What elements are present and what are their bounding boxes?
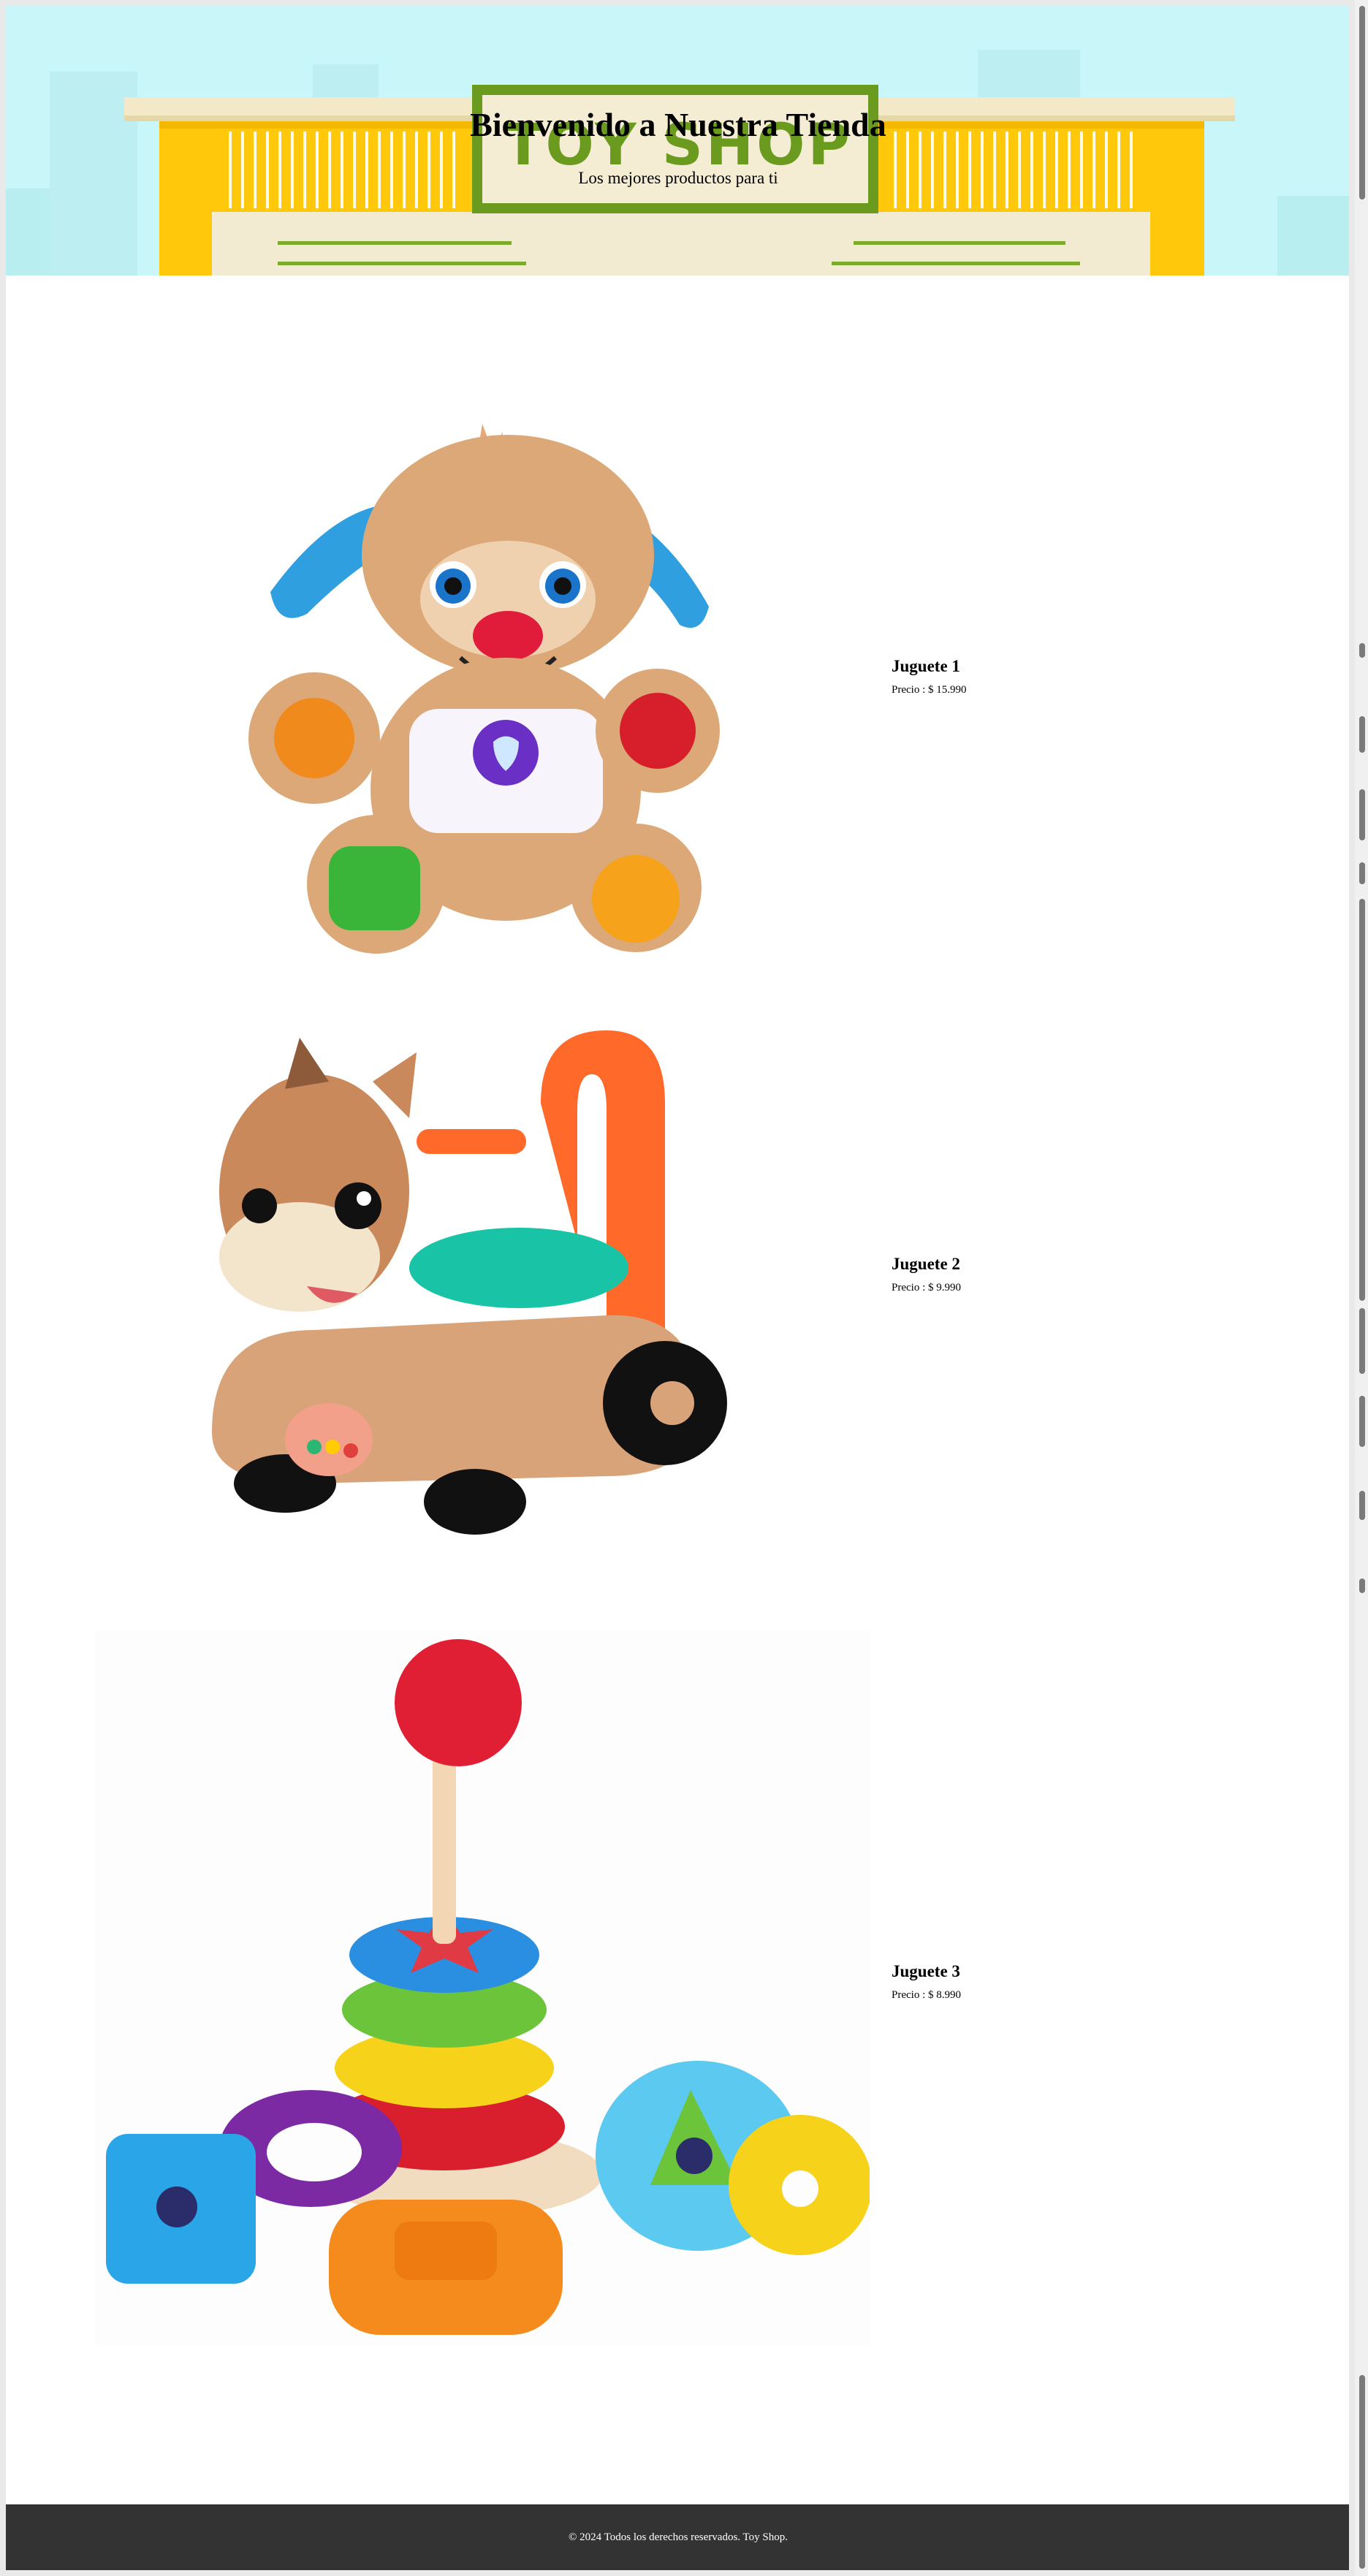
hero-banner: TOY SHOP Bienvenido a Nuestra Tienda Los… xyxy=(6,6,1350,276)
product-card: Juguete 1 Precio : $ 15.990 xyxy=(6,417,1350,957)
scrollbar-marker xyxy=(1359,789,1365,840)
plush-puppy-image[interactable] xyxy=(241,417,723,957)
scrollbar-thumb[interactable] xyxy=(1359,6,1365,200)
scrollbar-marker xyxy=(1359,1396,1365,1447)
scrollbar-marker xyxy=(1359,2375,1365,2569)
scrollbar-marker xyxy=(1359,1308,1365,1374)
scrollbar-marker xyxy=(1359,862,1365,884)
product-price: Precio : $ 15.990 xyxy=(892,684,967,696)
scrollbar-marker xyxy=(1359,716,1365,753)
product-price: Precio : $ 9.990 xyxy=(892,1282,961,1293)
footer-copyright: © 2024 Todos los derechos reservados. To… xyxy=(569,2531,788,2543)
hero-title: Bienvenido a Nuestra Tienda xyxy=(470,106,886,143)
scrollbar-marker xyxy=(1359,1578,1365,1593)
horse-walker-image[interactable] xyxy=(197,1023,767,1542)
product-name[interactable]: Juguete 2 xyxy=(892,1255,961,1272)
hero-subtitle: Los mejores productos para ti xyxy=(578,169,778,187)
product-card: Juguete 2 Precio : $ 9.990 xyxy=(6,1023,1350,1542)
site-footer: © 2024 Todos los derechos reservados. To… xyxy=(6,2504,1350,2570)
product-price: Precio : $ 8.990 xyxy=(892,1989,961,2001)
scrollbar-marker xyxy=(1359,899,1365,1301)
product-info: Juguete 1 Precio : $ 15.990 xyxy=(892,658,967,696)
stacking-rings-image[interactable] xyxy=(95,1630,870,2346)
product-card: Juguete 3 Precio : $ 8.990 xyxy=(6,1630,1350,2346)
vertical-scrollbar[interactable] xyxy=(1355,0,1368,2576)
product-name[interactable]: Juguete 1 xyxy=(892,658,967,675)
product-info: Juguete 2 Precio : $ 9.990 xyxy=(892,1255,961,1293)
product-info: Juguete 3 Precio : $ 8.990 xyxy=(892,1963,961,2001)
product-name[interactable]: Juguete 3 xyxy=(892,1963,961,1980)
scrollbar-marker xyxy=(1359,1491,1365,1520)
scrollbar-marker xyxy=(1359,643,1365,658)
